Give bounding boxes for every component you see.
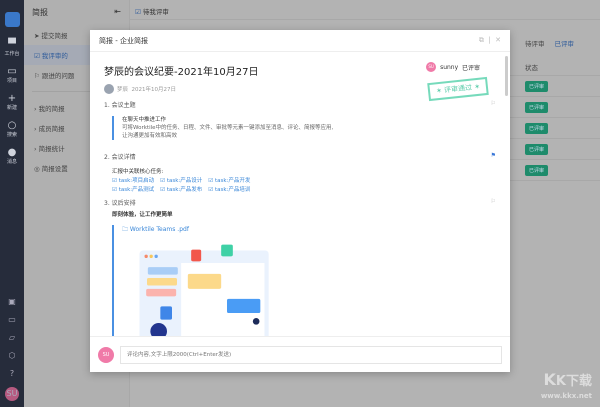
table-row[interactable]: 已评审 xyxy=(510,76,600,97)
folder-icon[interactable]: ▱ xyxy=(0,333,24,342)
report-modal: 简报 - 企业简报 ⧉ | ✕ 梦辰的会议纪要-2021年10月27日 梦辰 20… xyxy=(90,30,510,372)
section-bold-text: 即刻体验，让工作更简单 xyxy=(112,212,173,218)
watermark: KK下载 www.kkx.net xyxy=(540,370,592,401)
task-link[interactable]: ☑ task:产品开发 xyxy=(208,178,250,184)
task-label: task:产品开发 xyxy=(214,178,251,184)
table-row[interactable]: 已评审 xyxy=(510,118,600,139)
task-label: task:项目启动 xyxy=(118,178,155,184)
task-label: task:产品设计 xyxy=(166,178,203,184)
flag-filled-icon[interactable]: ⚑ xyxy=(491,152,496,161)
task-link[interactable]: ☑ task:产品设计 xyxy=(160,178,202,184)
status-badge: 已评审 xyxy=(525,144,549,155)
rail-search[interactable]: ○ 搜索 xyxy=(0,120,24,138)
report-date: 2021年10月27日 xyxy=(131,87,177,93)
review-list: 待评审 已评审 状态 已评审 已评审 已评审 已评审 已评审 xyxy=(510,28,600,181)
rail-label: 项目 xyxy=(6,78,17,84)
tab-reviewed[interactable]: 已评审 xyxy=(555,40,575,48)
inbox-icon: ▭ xyxy=(7,66,17,77)
open-external-icon[interactable]: ⧉ xyxy=(479,36,484,44)
calendar-icon[interactable]: ▭ xyxy=(0,315,24,324)
search-icon: ○ xyxy=(7,120,17,131)
close-icon[interactable]: ✕ xyxy=(495,36,501,44)
filter-label[interactable]: 待我评审 xyxy=(143,8,169,16)
checkbox-icon[interactable]: ☑ xyxy=(135,8,141,16)
quote-block: 在聊天中推进工作可将Worktile中的任务、日程、文件、审批等元素一键添加至消… xyxy=(112,116,496,140)
section-heading: 1. 会议主题 xyxy=(104,102,136,109)
task-link[interactable]: ☑ task:产品培训 xyxy=(208,187,250,193)
help-icon[interactable]: ? xyxy=(0,369,24,378)
rail-project[interactable]: ▭ 项目 xyxy=(0,66,24,84)
task-link[interactable]: ☑ task:项目启动 xyxy=(112,178,154,184)
table-row[interactable]: 已评审 xyxy=(510,139,600,160)
label: 我的简报 xyxy=(38,105,65,113)
status-badge: 已评审 xyxy=(525,123,549,134)
quote-title: 在聊天中推进工作 xyxy=(122,117,167,123)
task-label: task:产品发布 xyxy=(166,187,203,193)
tab-pending[interactable]: 待评审 xyxy=(525,40,545,48)
comment-avatar: SU xyxy=(98,346,114,363)
attachment-name: Worktile Teams .pdf xyxy=(129,226,189,233)
status-badge: 已评审 xyxy=(525,102,549,113)
section-follow-up: 3. 议后安排 ⚐ 即刻体验，让工作更简单 🗀 Worktile Teams .p… xyxy=(104,198,496,336)
label: 提交简报 xyxy=(41,32,68,40)
label: 跟进的问题 xyxy=(41,72,75,80)
illustration xyxy=(139,244,269,336)
rail-label: 新建 xyxy=(6,105,17,111)
status-header: 状态 xyxy=(510,58,600,76)
avatar[interactable]: SU xyxy=(5,387,19,401)
app-logo[interactable] xyxy=(4,12,20,27)
reviewer-name: sunny xyxy=(440,63,459,71)
reviewer: SU sunny 已评审 xyxy=(426,62,480,72)
label: 简报设置 xyxy=(41,165,68,173)
task-link[interactable]: ☑ task:产品发布 xyxy=(160,187,202,193)
briefcase-icon: ▀ xyxy=(8,39,16,50)
cube-icon[interactable]: ⬡ xyxy=(0,351,24,360)
tasks-intro: 汇报中关联核心任务: xyxy=(112,169,164,175)
status-badge: 已评审 xyxy=(525,81,549,92)
rail-label: 消息 xyxy=(6,159,17,165)
author: 梦辰 xyxy=(117,87,129,93)
table-row[interactable]: 已评审 xyxy=(510,97,600,118)
rail-messages[interactable]: ● 消息 xyxy=(0,147,24,165)
label: 成员简报 xyxy=(38,125,65,133)
quote-line: 让沟通更加有效和高效 xyxy=(122,133,178,139)
collapse-icon[interactable]: ⇤ xyxy=(114,7,121,18)
section-heading: 2. 会议详情 xyxy=(104,154,136,161)
task-label: task:产品测试 xyxy=(118,187,155,193)
plus-icon: + xyxy=(7,93,17,104)
label: 我评审的 xyxy=(41,52,68,60)
quote-line: 可将Worktile中的任务、日程、文件、审批等元素一键添加至消息、评论、简报等… xyxy=(122,125,334,131)
label: 简报统计 xyxy=(38,145,65,153)
rail-new[interactable]: + 新建 xyxy=(0,93,24,111)
section-heading: 3. 议后安排 xyxy=(104,200,136,207)
flag-icon[interactable]: ⚐ xyxy=(491,100,496,109)
reviewer-avatar: SU xyxy=(426,62,437,72)
report-icon[interactable]: ▣ xyxy=(0,297,24,306)
attachment-block: 🗀 Worktile Teams .pdf xyxy=(112,225,496,336)
review-status: 已评审 xyxy=(461,64,480,72)
flag-icon[interactable]: ⚐ xyxy=(491,198,496,207)
status-badge: 已评审 xyxy=(525,165,549,176)
rail-label: 搜索 xyxy=(6,132,17,138)
chat-icon: ● xyxy=(7,147,17,158)
comment-input[interactable] xyxy=(120,345,502,364)
table-row[interactable]: 已评审 xyxy=(510,160,600,181)
sidebar-title: 简报 xyxy=(32,8,48,17)
attachment-link[interactable]: 🗀 Worktile Teams .pdf xyxy=(122,225,496,234)
task-label: task:产品培训 xyxy=(214,187,251,193)
stamp-text: 评审通过 xyxy=(443,83,473,95)
filter-bar: ☑ 待我评审 xyxy=(130,0,600,20)
app-rail: ▀ 工作台 ▭ 项目 + 新建 ○ 搜索 ● 消息 ▣ ▭ ▱ ⬡ ? SU xyxy=(0,0,24,407)
modal-title: 简报 - 企业简报 xyxy=(99,37,148,45)
author-avatar xyxy=(104,84,114,94)
rail-workbench[interactable]: ▀ 工作台 xyxy=(0,39,24,57)
approved-stamp: ✶ 评审通过 ✶ xyxy=(427,76,489,102)
rail-label: 工作台 xyxy=(4,51,20,57)
task-link[interactable]: ☑ task:产品测试 xyxy=(112,187,154,193)
